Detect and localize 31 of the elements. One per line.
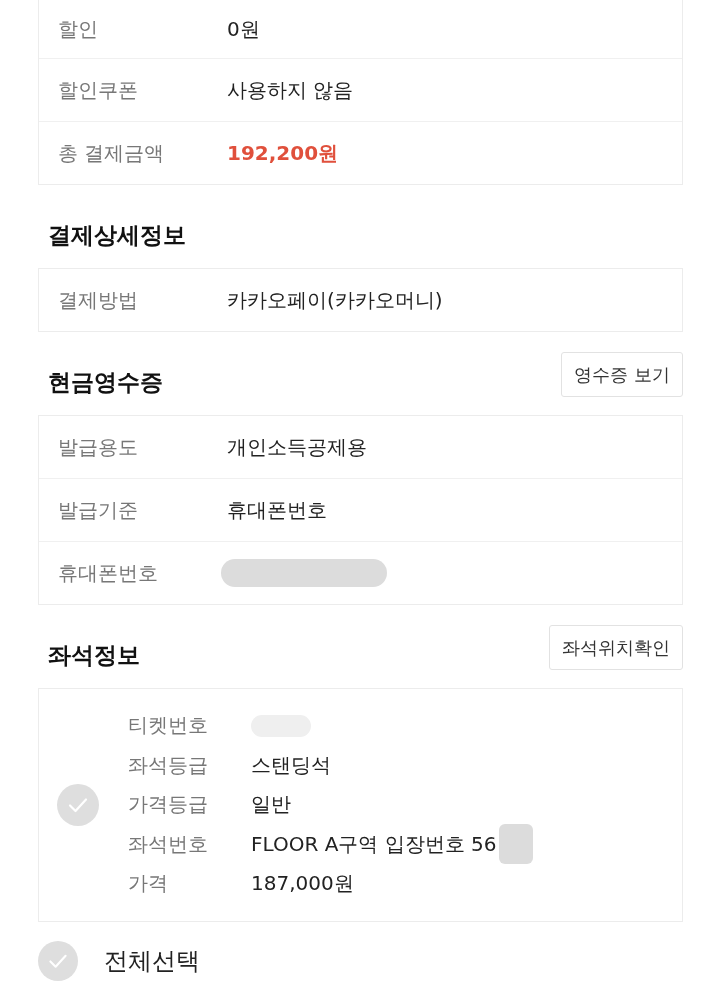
section-title: 현금영수증 <box>48 368 163 397</box>
field-value: 일반 <box>251 791 291 819</box>
field-label: 가격등급 <box>128 791 209 819</box>
select-all-label[interactable]: 전체선택 <box>104 944 200 977</box>
field-label: 총 결제금액 <box>58 139 166 167</box>
section-button[interactable]: 영수증 보기 <box>561 352 683 397</box>
field-value: 0원 <box>227 15 260 43</box>
field-value: 카카오페이(카카오머니) <box>227 286 443 314</box>
field-label: 좌석번호 <box>128 830 209 858</box>
field-label: 휴대폰번호 <box>58 559 159 587</box>
check-circle-icon[interactable] <box>57 783 99 826</box>
field-label: 할인쿠폰 <box>58 76 139 104</box>
section-button[interactable]: 좌석위치확인 <box>549 625 683 670</box>
total-amount: 192,200원 <box>227 139 339 167</box>
section-title: 좌석정보 <box>48 641 140 670</box>
field-label: 발급기준 <box>58 496 139 524</box>
field-label: 티켓번호 <box>128 712 209 740</box>
field-value: 사용하지 않음 <box>227 76 354 104</box>
field-value: 187,000원 <box>251 870 354 898</box>
field-label: 발급용도 <box>58 433 139 461</box>
field-value: 휴대폰번호 <box>227 496 327 524</box>
field-value: FLOOR A구역 입장번호 56 <box>251 830 497 858</box>
field-value: 개인소득공제용 <box>227 433 367 461</box>
field-label: 할인 <box>58 15 99 43</box>
check-circle-icon[interactable] <box>38 940 78 981</box>
field-value: 스탠딩석 <box>251 751 331 779</box>
section-title: 결제상세정보 <box>48 221 186 250</box>
field-label: 가격 <box>128 870 169 898</box>
blurred-text <box>498 824 533 865</box>
field-label: 결제방법 <box>58 286 139 314</box>
field-label: 좌석등급 <box>128 751 209 779</box>
